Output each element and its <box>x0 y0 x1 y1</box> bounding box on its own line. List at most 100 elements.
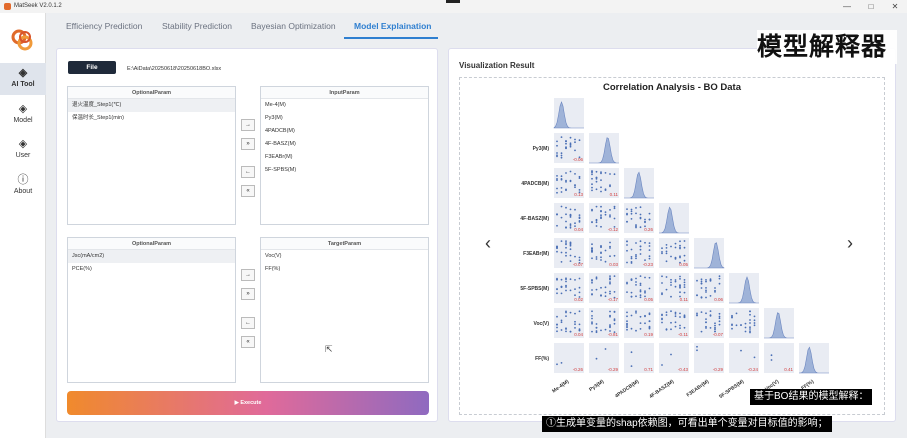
scatter-point <box>591 321 593 324</box>
scatter-point <box>639 275 642 277</box>
list-item[interactable]: F3EABr(M) <box>261 151 428 164</box>
scatter-point <box>630 248 633 251</box>
scatter-point <box>661 317 663 320</box>
move-all-left-button[interactable]: « <box>241 336 255 348</box>
move-all-right-button[interactable]: » <box>241 138 255 150</box>
scatter-point <box>591 186 593 189</box>
minimize-button[interactable]: — <box>836 0 858 13</box>
scatter-point <box>700 296 703 299</box>
optional-param-list-2[interactable]: OptionalParam Jsc(mA/cm2) PCE(%) <box>67 237 236 383</box>
scatter-point <box>604 260 607 263</box>
tab-stability-prediction[interactable]: Stability Prediction <box>162 21 232 31</box>
scatter-point <box>591 330 593 333</box>
scatter-point <box>749 310 751 313</box>
sidebar-item-about[interactable]: ⓘ About <box>0 170 46 202</box>
move-right-button[interactable]: → <box>241 119 255 131</box>
scatter-point <box>591 315 593 317</box>
move-right-button[interactable]: → <box>241 269 255 281</box>
scatter-point <box>644 259 646 261</box>
scatter-point <box>749 328 751 330</box>
list-item[interactable]: 4PADCB(M) <box>261 125 428 138</box>
scatter-point <box>560 278 563 281</box>
visualization-area: Correlation Analysis - BO Data -0.06 Py3(M… <box>459 77 885 415</box>
list-item[interactable]: Voc(V) <box>261 250 428 263</box>
scatter-point <box>569 180 572 183</box>
scatter-point <box>705 325 707 328</box>
scatter-point <box>626 240 628 243</box>
input-param-list[interactable]: InputParam Me-4(M) Py3(M) 4PADCB(M) 4F-B… <box>260 86 429 225</box>
layers-icon: ◈ <box>18 103 28 115</box>
list-item[interactable]: Jsc(mA/cm2) <box>68 250 235 263</box>
move-left-button[interactable]: ← <box>241 166 255 178</box>
tab-efficiency-prediction[interactable]: Efficiency Prediction <box>66 21 142 31</box>
scatter-point <box>569 143 572 146</box>
list-item[interactable]: PCE(%) <box>68 263 235 276</box>
file-button[interactable]: File <box>68 61 116 74</box>
execute-button[interactable]: ▶ Execute <box>67 391 429 415</box>
list-item[interactable]: FF(%) <box>261 263 428 276</box>
move-left-button[interactable]: ← <box>241 317 255 329</box>
scatter-point <box>591 257 593 260</box>
target-param-list[interactable]: TargetParam Voc(V) FF(%) <box>260 237 429 383</box>
scatter-point <box>744 322 747 325</box>
sidebar-item-user[interactable]: ◈ User <box>0 134 46 166</box>
scatter-point <box>648 325 651 328</box>
list-item[interactable]: 5F-SPBS(M) <box>261 164 428 177</box>
scatter-point <box>591 289 593 291</box>
close-button[interactable]: ✕ <box>884 0 906 13</box>
scatter-point <box>749 331 751 334</box>
scatter-point <box>709 327 712 329</box>
list-item[interactable]: Me-4(M) <box>261 99 428 112</box>
list-item[interactable]: 保温时长_Step1(min) <box>68 112 235 125</box>
correlation-label: -0.29 <box>713 367 724 372</box>
scatter-point <box>718 323 721 326</box>
scatter-point <box>644 315 646 318</box>
correlation-label: -0.07 <box>713 332 724 337</box>
scatter-point <box>578 139 581 142</box>
scatter-point <box>609 278 611 281</box>
scatter-point <box>770 359 773 361</box>
correlation-label: 0.04 <box>574 332 583 337</box>
scatter-point <box>630 314 633 317</box>
scatter-point <box>578 175 581 178</box>
scatter-point <box>560 261 563 263</box>
scatter-point <box>560 191 563 193</box>
layers-icon: ◈ <box>18 67 28 79</box>
optional-param-list-1[interactable]: OptionalParam 退火温度_Step1(℃) 保温时长_Step1(m… <box>67 86 236 225</box>
maximize-button[interactable]: □ <box>860 0 882 13</box>
scatter-point <box>591 317 593 320</box>
scatter-point <box>753 315 756 318</box>
scatter-point <box>661 293 663 296</box>
move-all-left-button[interactable]: « <box>241 185 255 197</box>
scatter-point <box>665 311 668 314</box>
knot-logo-icon <box>11 29 33 51</box>
tab-bayesian-optimization[interactable]: Bayesian Optimization <box>251 21 336 31</box>
scatter-point <box>556 288 558 291</box>
sidebar-item-model[interactable]: ◈ Model <box>0 99 46 131</box>
parameter-panel: File E:\AiData\20250618\20250618BO.xlsx … <box>56 48 438 422</box>
move-all-right-button[interactable]: » <box>241 288 255 300</box>
next-chart-button[interactable]: › <box>847 233 853 254</box>
sidebar-item-ai-tool[interactable]: ◈ AI Tool <box>0 63 46 95</box>
scatter-point <box>569 214 572 217</box>
scatter-point <box>731 327 733 330</box>
scatter-point <box>604 348 607 350</box>
scatter-point <box>661 364 663 366</box>
previous-chart-button[interactable]: ‹ <box>485 233 491 254</box>
list-item[interactable]: 退火温度_Step1(℃) <box>68 99 235 112</box>
row-label: FF(%) <box>535 356 549 362</box>
scatter-point <box>565 246 567 249</box>
correlation-label: -0.12 <box>608 227 619 232</box>
scatter-point <box>683 326 686 329</box>
list-item[interactable]: Py3(M) <box>261 112 428 125</box>
scatter-point <box>626 291 628 293</box>
scatter-point <box>604 295 607 298</box>
scatter-point <box>648 249 651 252</box>
scatter-point <box>565 286 567 288</box>
scatter-point <box>749 322 751 324</box>
correlation-label: -0.07 <box>573 262 584 267</box>
scatter-point <box>635 281 637 283</box>
tab-model-explaination[interactable]: Model Explaination <box>354 21 431 31</box>
list-item[interactable]: 4F-BASZ(M) <box>261 138 428 151</box>
scatter-point <box>683 246 686 249</box>
